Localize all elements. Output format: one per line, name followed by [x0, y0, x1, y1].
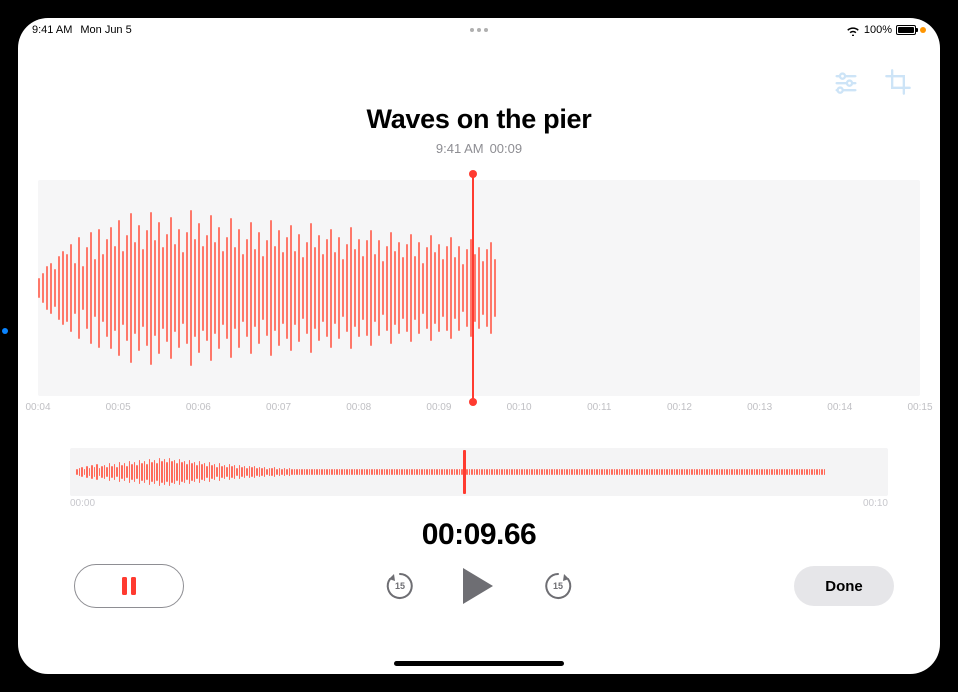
- time-tick: 00:08: [346, 402, 371, 413]
- time-ruler: 00:0400:0500:0600:0700:0800:0900:1000:11…: [38, 402, 920, 416]
- battery-pct: 100%: [864, 24, 892, 36]
- pause-icon: [122, 577, 136, 595]
- screen: 9:41 AM Mon Jun 5 100%: [18, 18, 940, 674]
- current-timecode: 00:09.66: [18, 518, 940, 552]
- recording-title-block: Waves on the pier 9:41 AM 00:09: [18, 104, 940, 156]
- time-tick: 00:09: [426, 402, 451, 413]
- multitask-dots[interactable]: [470, 28, 488, 32]
- pause-record-button[interactable]: [74, 564, 184, 608]
- time-tick: 00:15: [907, 402, 932, 413]
- battery-icon: [896, 25, 916, 35]
- overview-playhead[interactable]: [463, 450, 466, 494]
- time-tick: 00:06: [186, 402, 211, 413]
- playhead[interactable]: [472, 174, 474, 402]
- wifi-icon: [846, 25, 860, 36]
- recording-time: 9:41 AM: [436, 141, 484, 156]
- time-tick: 00:12: [667, 402, 692, 413]
- mic-active-indicator: [920, 27, 926, 33]
- status-bar: 9:41 AM Mon Jun 5 100%: [18, 18, 940, 42]
- time-tick: 00:05: [106, 402, 131, 413]
- play-button[interactable]: [463, 568, 495, 604]
- waveform-main[interactable]: [38, 180, 920, 396]
- play-icon: [463, 568, 493, 604]
- side-indicator-dot: [2, 328, 8, 334]
- settings-sliders-icon[interactable]: [832, 68, 860, 96]
- transport-controls: 15 15 Done: [18, 564, 940, 614]
- time-tick: 00:04: [25, 402, 50, 413]
- crop-trim-icon[interactable]: [884, 68, 912, 96]
- time-tick: 00:13: [747, 402, 772, 413]
- time-tick: 00:11: [587, 402, 611, 413]
- overview-start-time: 00:00: [70, 498, 95, 509]
- done-button[interactable]: Done: [794, 566, 894, 606]
- status-time: 9:41 AM: [32, 24, 72, 36]
- overview-end-time: 00:10: [863, 498, 888, 509]
- home-indicator[interactable]: [394, 661, 564, 666]
- skip-back-15-button[interactable]: 15: [383, 569, 417, 603]
- time-tick: 00:10: [507, 402, 532, 413]
- device-frame: 9:41 AM Mon Jun 5 100%: [0, 0, 958, 692]
- skip-forward-15-button[interactable]: 15: [541, 569, 575, 603]
- time-tick: 00:07: [266, 402, 291, 413]
- time-tick: 00:14: [827, 402, 852, 413]
- status-date: Mon Jun 5: [80, 24, 131, 36]
- recording-title[interactable]: Waves on the pier: [18, 104, 940, 135]
- recording-duration: 00:09: [490, 141, 523, 156]
- waveform-overview[interactable]: [70, 448, 888, 496]
